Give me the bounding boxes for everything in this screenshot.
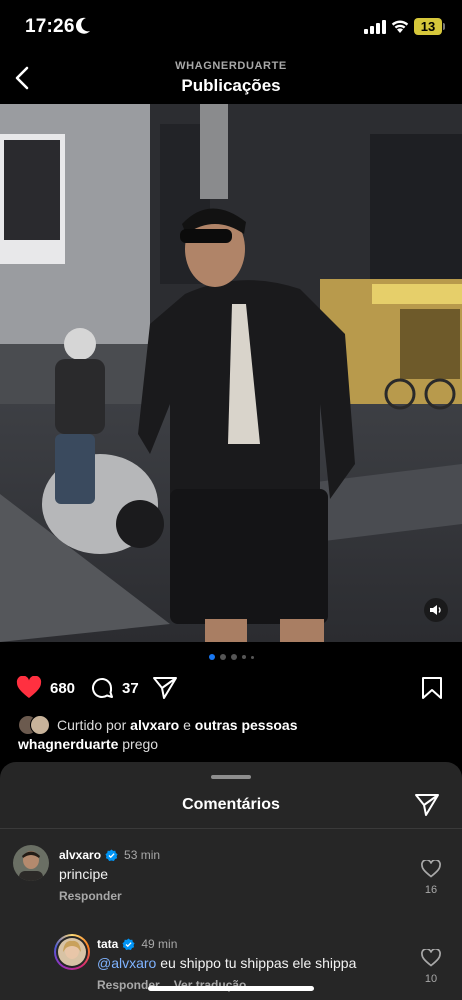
avatar xyxy=(30,715,50,735)
sheet-drag-handle[interactable] xyxy=(211,775,251,779)
save-button[interactable] xyxy=(421,676,443,705)
carousel-dot-active xyxy=(208,654,215,660)
home-indicator[interactable] xyxy=(148,986,314,991)
avatar[interactable] xyxy=(13,845,49,881)
header-username: WHAGNERDUARTE xyxy=(175,60,287,72)
comment-bubble-icon xyxy=(92,678,113,698)
comment-like[interactable]: 10 xyxy=(419,949,443,985)
paper-plane-icon xyxy=(415,794,439,816)
carousel-indicator xyxy=(0,654,462,660)
top-header: WHAGNERDUARTE Publicações xyxy=(0,54,462,104)
heart-outline-icon xyxy=(421,860,441,878)
status-bar: 17:26 13 xyxy=(0,0,462,54)
sheet-title: Comentários xyxy=(182,796,280,813)
heart-filled-icon xyxy=(16,676,42,698)
caption-text: prego xyxy=(122,736,159,752)
post-photo[interactable] xyxy=(0,104,462,642)
post-caption: whagnerduarte prego xyxy=(18,736,158,752)
liked-by-prefix: Curtido por xyxy=(57,717,127,733)
carousel-dot xyxy=(230,654,237,660)
liked-by-rest[interactable]: outras pessoas xyxy=(195,717,298,733)
liked-by[interactable]: Curtido por alvxaro e outras pessoas xyxy=(18,715,298,735)
comment-username[interactable]: tata xyxy=(97,937,118,951)
avatar-story-ring[interactable] xyxy=(54,934,90,970)
comment-body: eu shippo tu shippas ele shippa xyxy=(160,955,357,971)
post-actions: 680 37 xyxy=(0,672,462,704)
speaker-icon xyxy=(430,605,441,615)
avatar-image xyxy=(13,845,49,881)
battery-level: 13 xyxy=(420,19,436,34)
reply-button[interactable]: Responder xyxy=(59,889,122,903)
liked-by-user[interactable]: alvxaro xyxy=(130,717,179,733)
sound-toggle-button[interactable] xyxy=(424,598,448,622)
post-image xyxy=(0,104,462,642)
comment-actions: Responder xyxy=(59,889,122,903)
comment-text: @alvxaro eu shippo tu shippas ele shippa xyxy=(97,955,356,971)
comment-header: tata 49 min xyxy=(97,937,177,951)
moon-icon xyxy=(75,17,90,34)
sheet-divider xyxy=(0,828,462,829)
caption-username[interactable]: whagnerduarte xyxy=(18,736,118,752)
avatar-ring-inner xyxy=(56,936,88,968)
comment-count: 37 xyxy=(122,679,139,697)
wifi-icon xyxy=(391,20,409,33)
like-button[interactable]: 680 xyxy=(16,676,75,700)
comment-header: alvxaro 53 min xyxy=(59,848,160,862)
share-comments-button[interactable] xyxy=(414,792,440,823)
verified-badge-icon xyxy=(105,848,118,861)
carousel-dot xyxy=(250,655,254,659)
liked-by-avatars xyxy=(18,715,54,735)
battery-icon: 13 xyxy=(414,18,442,35)
comment-like-count: 10 xyxy=(424,973,438,985)
comment-mention[interactable]: @alvxaro xyxy=(97,955,156,971)
comment-time: 49 min xyxy=(141,937,178,951)
comment-button[interactable]: 37 xyxy=(90,676,139,700)
bookmark-icon xyxy=(422,677,442,699)
comment-text: principe xyxy=(59,866,109,882)
signal-icon xyxy=(364,20,386,34)
avatar-image xyxy=(58,938,86,966)
paper-plane-icon xyxy=(153,677,177,699)
liked-by-connector: e xyxy=(183,717,191,733)
heart-outline-icon xyxy=(421,949,441,967)
share-button[interactable] xyxy=(152,675,178,701)
carousel-dot xyxy=(241,655,246,659)
like-count: 680 xyxy=(50,679,76,697)
avatar xyxy=(58,938,86,966)
comment-like-count: 16 xyxy=(424,884,438,896)
comment-like[interactable]: 16 xyxy=(419,860,443,896)
comment-username[interactable]: alvxaro xyxy=(59,848,101,862)
carousel-dot xyxy=(219,654,226,660)
comment-time: 53 min xyxy=(124,848,161,862)
page-title: Publicações xyxy=(181,76,281,95)
status-time: 17:26 xyxy=(25,16,75,37)
battery-cap xyxy=(443,23,445,30)
verified-badge-icon xyxy=(122,937,135,950)
